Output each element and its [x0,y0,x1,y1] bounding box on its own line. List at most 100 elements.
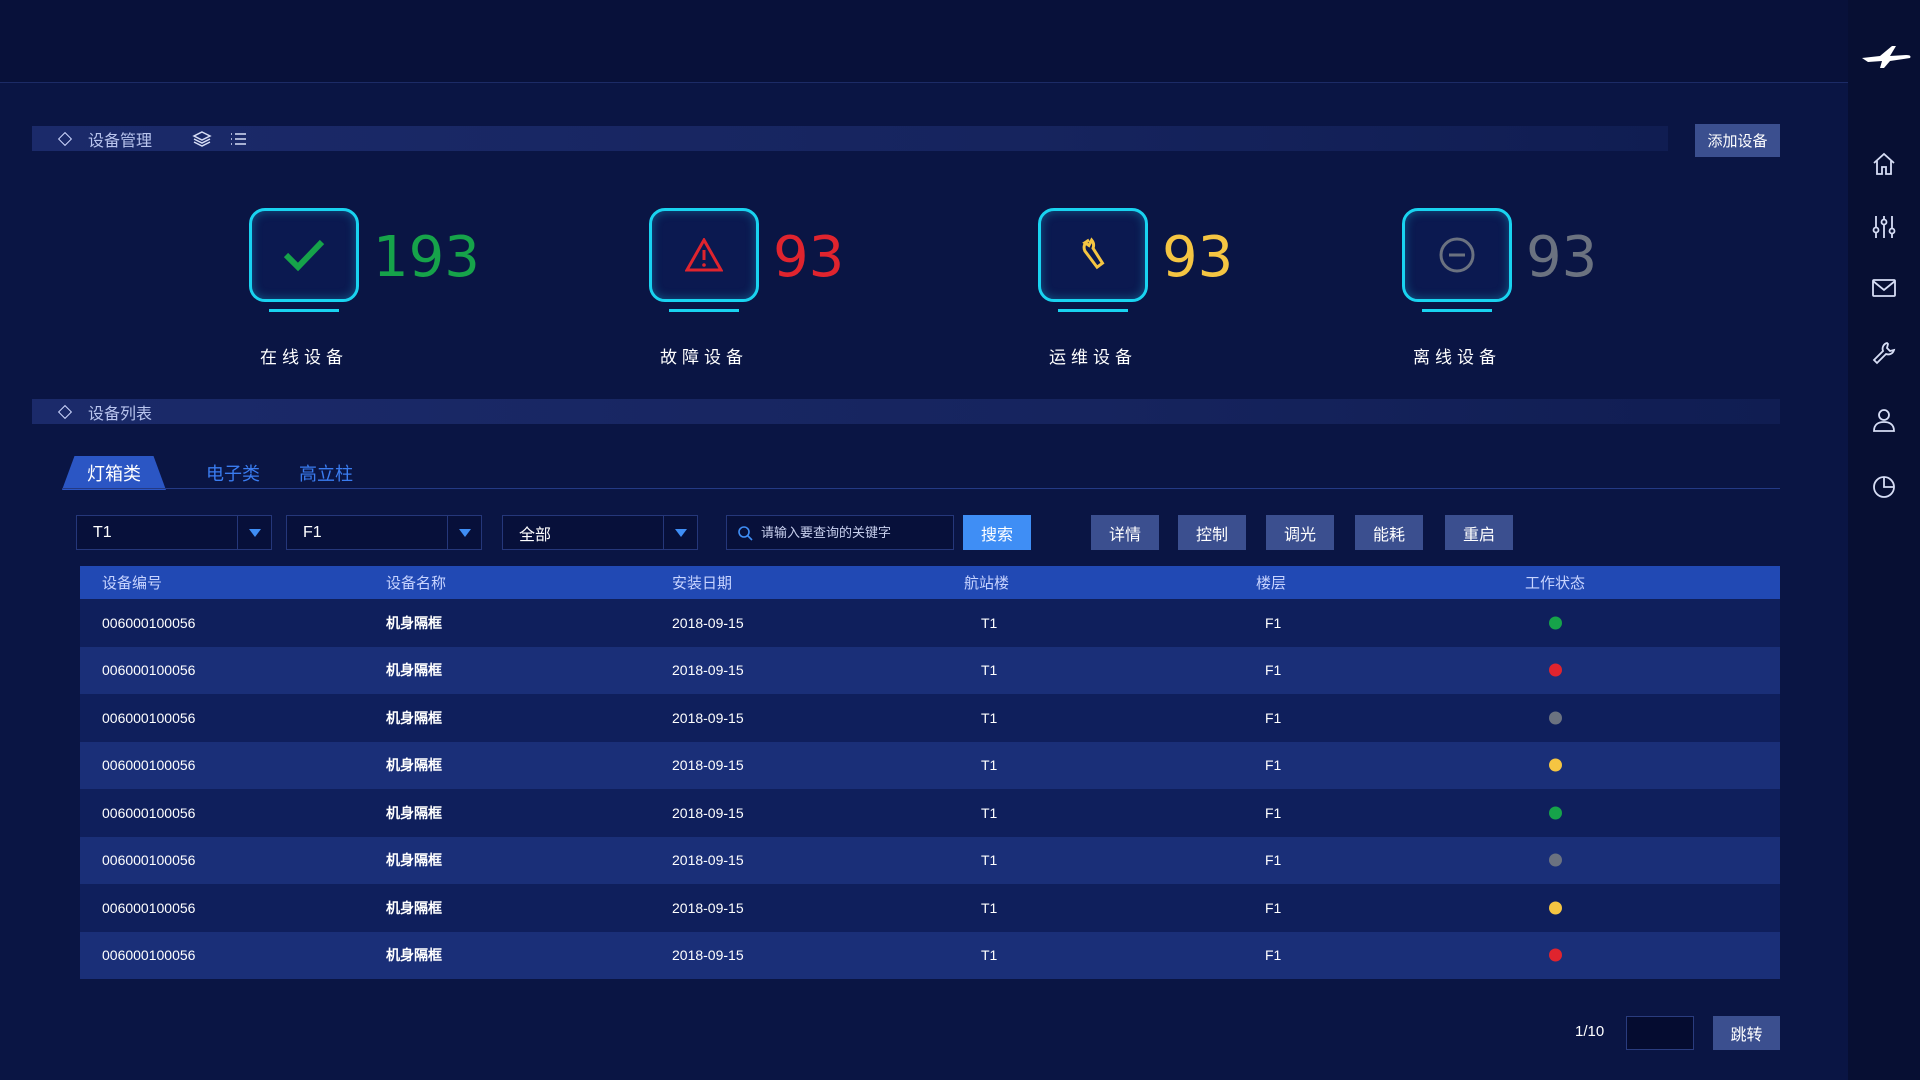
stat-value: 93 [773,225,845,290]
page-indicator: 1/10 [1575,1023,1605,1040]
cell-device-id: 006000100056 [102,709,196,726]
cell-device-id: 006000100056 [102,804,196,821]
search-icon [738,525,753,541]
status-dot-icon [1549,758,1562,772]
cell-floor: F1 [1265,614,1282,631]
terminal-select[interactable]: T1 [76,515,272,550]
stat-icon-box [249,208,359,302]
search-input[interactable] [761,525,941,540]
cell-terminal: T1 [981,757,998,774]
cell-device-name: 机身隔框 [386,804,442,821]
table-row[interactable]: 006000100056 机身隔框 2018-09-15 T1 F1 [80,931,1780,979]
jump-button[interactable]: 跳转 [1713,1016,1780,1050]
cell-install-date: 2018-09-15 [672,614,744,631]
cell-install-date: 2018-09-15 [672,947,744,964]
stat-icon-box [1038,208,1148,302]
status-dot-icon [1549,806,1562,820]
tab-high-pole[interactable]: 高立柱 [286,456,366,490]
wrench-icon[interactable] [1868,337,1900,369]
section-header-device-management: 设备管理 [32,126,1668,151]
table-row[interactable]: 006000100056 机身隔框 2018-09-15 T1 F1 [80,694,1780,742]
cell-device-name: 机身隔框 [386,947,442,964]
cell-install-date: 2018-09-15 [672,757,744,774]
status-dot-icon [1549,901,1562,915]
cell-terminal: T1 [981,709,998,726]
pie-chart-icon[interactable] [1868,471,1900,503]
control-button[interactable]: 控制 [1178,515,1246,550]
table-row[interactable]: 006000100056 机身隔框 2018-09-15 T1 F1 [80,836,1780,884]
stat-value: 93 [1162,225,1234,290]
dimming-button[interactable]: 调光 [1266,515,1334,550]
cell-device-name: 机身隔框 [386,852,442,869]
status-select-value: 全部 [519,526,552,544]
cell-device-name: 机身隔框 [386,709,442,726]
cell-device-name: 机身隔框 [386,899,442,916]
cell-device-id: 006000100056 [102,852,196,869]
section-title: 设备管理 [88,132,153,150]
chevron-down-icon [447,516,481,549]
stat-icon-box [649,208,759,302]
cell-terminal: T1 [981,804,998,821]
cell-terminal: T1 [981,852,998,869]
stat-label: 故障设备 [660,348,748,367]
search-button[interactable]: 搜索 [963,515,1031,550]
sliders-icon[interactable] [1868,211,1900,243]
status-select[interactable]: 全部 [502,515,698,550]
table-row[interactable]: 006000100056 机身隔框 2018-09-15 T1 F1 [80,599,1780,647]
chevron-down-icon [663,516,697,549]
stat-value: 93 [1526,225,1598,290]
cell-device-id: 006000100056 [102,757,196,774]
table-row[interactable]: 006000100056 机身隔框 2018-09-15 T1 F1 [80,789,1780,837]
device-table: 设备编号 设备名称 安装日期 航站楼 楼层 工作状态 006000100056 机… [80,566,1780,979]
check-icon [283,239,325,272]
layers-icon[interactable] [192,130,212,148]
top-bar [0,0,1848,83]
user-icon[interactable] [1868,404,1900,436]
right-sidebar [1848,0,1920,1080]
energy-button[interactable]: 能耗 [1355,515,1423,550]
stat-label: 运维设备 [1049,348,1137,367]
list-icon[interactable] [228,130,248,148]
category-tabs: 灯箱类 电子类 高立柱 [62,456,462,490]
table-body: 006000100056 机身隔框 2018-09-15 T1 F1 0060001000… [80,599,1780,979]
table-row[interactable]: 006000100056 机身隔框 2018-09-15 T1 F1 [80,884,1780,932]
page-jump-input[interactable] [1626,1016,1694,1050]
cell-floor: F1 [1265,852,1282,869]
floor-select-value: F1 [303,523,322,541]
wrench-icon [1082,237,1105,270]
table-row[interactable]: 006000100056 机身隔框 2018-09-15 T1 F1 [80,741,1780,789]
cell-terminal: T1 [981,899,998,916]
home-icon[interactable] [1868,148,1900,180]
cell-device-id: 006000100056 [102,899,196,916]
status-dot-icon [1549,948,1562,962]
cell-device-name: 机身隔框 [386,757,442,774]
status-dot-icon [1549,853,1562,867]
tab-electronic[interactable]: 电子类 [193,456,273,490]
cell-device-name: 机身隔框 [386,614,442,631]
section-title: 设备列表 [88,405,153,423]
mail-icon[interactable] [1868,272,1900,304]
stat-label: 离线设备 [1413,348,1501,367]
section-header-device-list: 设备列表 [32,399,1780,424]
col-floor: 楼层 [1256,575,1287,592]
stat-label: 在线设备 [260,348,348,367]
cell-device-id: 006000100056 [102,662,196,679]
status-dot-icon [1549,663,1562,677]
restart-button[interactable]: 重启 [1445,515,1513,550]
tab-lightbox[interactable]: 灯箱类 [62,456,166,490]
details-button[interactable]: 详情 [1091,515,1159,550]
cell-terminal: T1 [981,947,998,964]
col-device-name: 设备名称 [386,575,447,592]
cell-install-date: 2018-09-15 [672,804,744,821]
cell-floor: F1 [1265,757,1282,774]
chevron-down-icon [237,516,271,549]
add-device-button[interactable]: 添加设备 [1695,124,1780,157]
cell-floor: F1 [1265,804,1282,821]
table-row[interactable]: 006000100056 机身隔框 2018-09-15 T1 F1 [80,646,1780,694]
stat-value: 193 [373,225,480,290]
cell-device-id: 006000100056 [102,947,196,964]
airplane-logo [1862,46,1911,68]
floor-select[interactable]: F1 [286,515,482,550]
cell-install-date: 2018-09-15 [672,709,744,726]
cell-terminal: T1 [981,662,998,679]
